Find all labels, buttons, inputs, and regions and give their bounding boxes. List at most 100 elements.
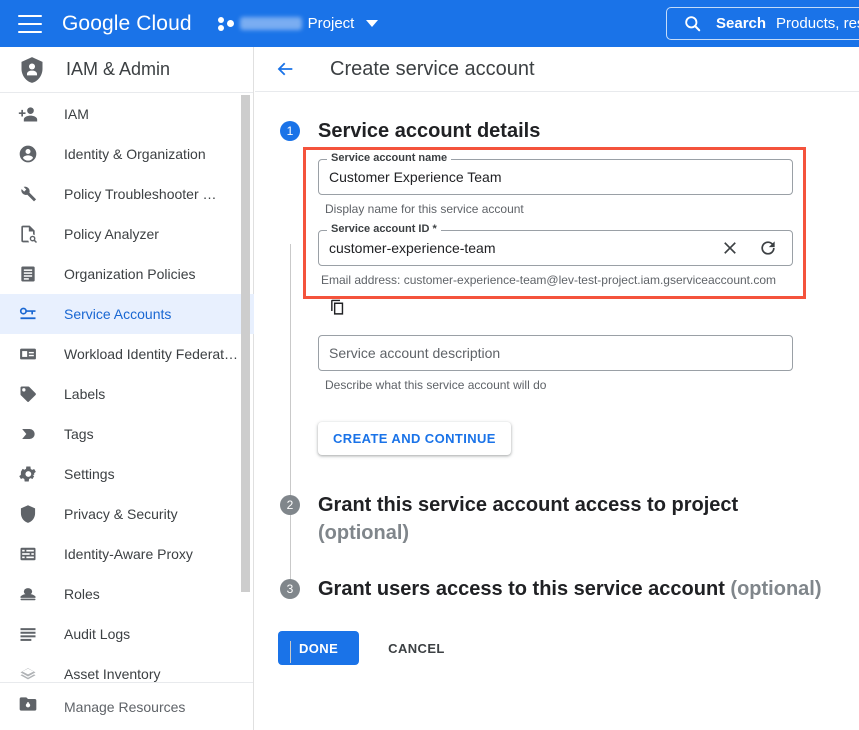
service-account-id-value: customer-experience-team	[329, 240, 720, 256]
account-circle-icon	[18, 144, 38, 164]
sidebar-item-label: Settings	[64, 466, 115, 482]
search-placeholder: Products, res	[776, 15, 859, 32]
sidebar-item-label: Service Accounts	[64, 306, 171, 322]
sidebar-item-label: Identity & Organization	[64, 146, 206, 162]
service-account-description-helper: Describe what this service account will …	[325, 378, 793, 392]
sidebar-item-privacy-security[interactable]: Privacy & Security	[0, 494, 254, 534]
step-2-optional: (optional)	[318, 522, 409, 544]
sidebar-item-settings[interactable]: Settings	[0, 454, 254, 494]
proxy-icon	[18, 544, 38, 564]
sidebar-item-label: Audit Logs	[64, 626, 130, 642]
google-cloud-logo[interactable]: Google Cloud	[62, 12, 192, 36]
sidebar-scrollbar-thumb[interactable]	[241, 95, 250, 592]
sidebar-item-label: Identity-Aware Proxy	[64, 546, 193, 562]
service-account-name-field[interactable]: Customer Experience Team Service account…	[318, 159, 793, 195]
step-3[interactable]: 3 Grant users access to this service acc…	[255, 575, 859, 603]
roles-icon	[18, 584, 38, 604]
sidebar-item-identity-aware-proxy[interactable]: Identity-Aware Proxy	[0, 534, 254, 574]
hamburger-icon[interactable]	[18, 15, 42, 33]
page-header: Create service account	[255, 47, 859, 92]
step-1-body: Customer Experience Team Service account…	[318, 159, 793, 455]
sidebar-item-identity-organization[interactable]: Identity & Organization	[0, 134, 254, 174]
sidebar-item-service-accounts[interactable]: Service Accounts	[0, 294, 254, 334]
back-arrow-icon[interactable]	[274, 58, 296, 80]
document-search-icon	[18, 224, 38, 244]
brand-cloud-text: Cloud	[136, 12, 191, 35]
sidebar-title: IAM & Admin	[66, 59, 170, 80]
copy-icon	[329, 299, 346, 316]
refresh-icon[interactable]	[758, 238, 778, 258]
step-1-title: Service account details	[318, 117, 540, 145]
top-app-bar: Google Cloud Project Search Products, re…	[0, 0, 859, 47]
step-3-title: Grant users access to this service accou…	[318, 575, 822, 603]
sidebar-scrollbar[interactable]	[241, 95, 250, 638]
service-account-name-value: Customer Experience Team	[329, 169, 782, 185]
sidebar-item-label: Policy Troubleshooter …	[64, 186, 217, 202]
step-2-number: 2	[280, 495, 300, 515]
project-dots-icon	[218, 17, 235, 31]
step-3-number: 3	[280, 579, 300, 599]
copy-email-button[interactable]	[329, 299, 793, 321]
cancel-button[interactable]: CANCEL	[371, 631, 462, 665]
sidebar-item-manage-resources[interactable]: Manage Resources	[0, 682, 253, 730]
main-content: Create service account 1 Service account…	[255, 47, 859, 730]
sidebar-item-iam[interactable]: IAM	[0, 94, 254, 134]
service-account-email-helper: Email address: customer-experience-team@…	[321, 273, 793, 287]
sidebar-item-labels[interactable]: Labels	[0, 374, 254, 414]
asset-inventory-icon	[18, 664, 38, 682]
id-card-icon	[18, 344, 38, 364]
sidebar-item-label: Privacy & Security	[64, 506, 178, 522]
sidebar-item-roles[interactable]: Roles	[0, 574, 254, 614]
close-icon[interactable]	[720, 238, 740, 258]
step-1-number: 1	[280, 121, 300, 141]
wizard-footer-buttons: DONE CANCEL	[278, 631, 859, 665]
sidebar-item-organization-policies[interactable]: Organization Policies	[0, 254, 254, 294]
tag-icon	[18, 424, 38, 444]
sidebar-item-label: Asset Inventory	[64, 666, 161, 682]
search-label: Search	[716, 15, 766, 32]
sidebar-item-label: Roles	[64, 586, 100, 602]
step-connector-2	[290, 641, 291, 663]
shield-person-icon	[18, 56, 46, 84]
service-account-description-field[interactable]: Service account description	[318, 335, 793, 371]
sidebar-item-label: Organization Policies	[64, 266, 196, 282]
list-document-icon	[18, 264, 38, 284]
sidebar: IAM & Admin IAM Identity & Organization …	[0, 47, 254, 730]
create-and-continue-button[interactable]: CREATE AND CONTINUE	[318, 422, 511, 455]
sidebar-item-workload-identity-federation[interactable]: Workload Identity Federat…	[0, 334, 254, 374]
wrench-icon	[18, 184, 38, 204]
sidebar-item-policy-analyzer[interactable]: Policy Analyzer	[0, 214, 254, 254]
sidebar-item-label: Tags	[64, 426, 94, 442]
step-1: 1 Service account details	[255, 117, 859, 145]
step-2-title-text: Grant this service account access to pro…	[318, 494, 738, 516]
service-account-id-label: Service account ID *	[327, 223, 441, 235]
page-title: Create service account	[330, 58, 535, 81]
sidebar-item-policy-troubleshooter[interactable]: Policy Troubleshooter …	[0, 174, 254, 214]
sidebar-item-label: Labels	[64, 386, 105, 402]
service-account-name-helper: Display name for this service account	[325, 202, 793, 216]
search-icon	[683, 14, 702, 33]
create-service-account-wizard: 1 Service account details Customer Exper…	[255, 92, 859, 665]
gear-icon	[18, 464, 38, 484]
step-2-title: Grant this service account access to pro…	[318, 491, 738, 547]
service-account-description-placeholder: Service account description	[329, 345, 782, 361]
sidebar-item-label: IAM	[64, 106, 89, 122]
project-label: Project	[308, 15, 355, 32]
search-input[interactable]: Search Products, res	[666, 7, 859, 40]
chevron-down-icon[interactable]	[366, 20, 378, 27]
sidebar-footer-label: Manage Resources	[64, 699, 185, 715]
folder-settings-icon	[18, 694, 38, 719]
service-account-id-field[interactable]: customer-experience-team Service account…	[318, 230, 793, 266]
step-2[interactable]: 2 Grant this service account access to p…	[255, 491, 859, 547]
shield-icon	[18, 504, 38, 524]
sidebar-item-asset-inventory[interactable]: Asset Inventory	[0, 654, 254, 682]
brand-google-text: Google	[62, 12, 130, 35]
service-account-name-label: Service account name	[327, 152, 451, 164]
service-account-icon	[18, 304, 38, 324]
project-selector[interactable]: Project	[218, 15, 379, 32]
project-name-redacted	[240, 17, 302, 30]
sidebar-item-label: Policy Analyzer	[64, 226, 159, 242]
sidebar-nav-list: IAM Identity & Organization Policy Troub…	[0, 94, 254, 682]
sidebar-item-tags[interactable]: Tags	[0, 414, 254, 454]
sidebar-item-audit-logs[interactable]: Audit Logs	[0, 614, 254, 654]
